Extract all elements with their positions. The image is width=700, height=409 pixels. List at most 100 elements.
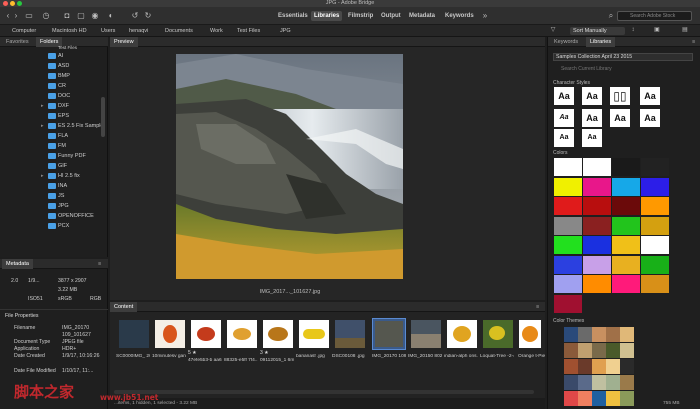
tab-keywords[interactable]: Keywords <box>550 37 582 47</box>
color-swatch[interactable] <box>554 216 582 235</box>
color-theme-cell[interactable] <box>606 375 620 390</box>
color-swatch[interactable] <box>612 177 640 196</box>
folder-item[interactable]: Funny PDF <box>0 151 108 161</box>
breadcrumb-computer[interactable]: Computer <box>12 27 36 35</box>
folder-item[interactable]: BMP <box>0 71 108 81</box>
character-style-tile[interactable]: Aa <box>582 87 602 105</box>
folder-item[interactable]: AI <box>0 51 108 61</box>
workspace-output[interactable]: Output <box>378 11 404 21</box>
back-icon[interactable]: ‹ <box>4 11 12 21</box>
color-theme-cell[interactable] <box>578 375 592 390</box>
color-swatch[interactable] <box>554 275 582 293</box>
color-swatch[interactable] <box>554 236 582 254</box>
folder-item[interactable]: INA <box>0 181 108 191</box>
color-theme-cell[interactable] <box>564 343 578 358</box>
panel-menu-icon[interactable]: ≡ <box>532 302 543 312</box>
character-style-tile[interactable]: Aa <box>554 87 574 105</box>
workspace-filmstrip[interactable]: Filmstrip <box>345 11 376 21</box>
color-swatch[interactable] <box>612 158 640 176</box>
color-swatch[interactable] <box>612 216 640 235</box>
color-swatch[interactable] <box>583 255 611 274</box>
color-theme-cell[interactable] <box>578 391 592 406</box>
color-swatch[interactable] <box>641 177 669 196</box>
color-theme-cell[interactable] <box>578 327 592 342</box>
folder-item[interactable]: OPENOFFICE <box>0 211 108 221</box>
breadcrumb-users[interactable]: Users <box>101 27 115 35</box>
color-theme-cell[interactable] <box>620 343 634 358</box>
refine-icon[interactable]: ▢ <box>76 11 86 21</box>
thumbnail[interactable] <box>519 320 541 348</box>
folder-item[interactable]: GIF <box>0 161 108 171</box>
thumbnail[interactable] <box>191 320 221 348</box>
folder-item[interactable]: ASD <box>0 61 108 71</box>
color-swatch[interactable] <box>583 197 611 215</box>
character-style-tile[interactable]: Aa <box>582 129 602 147</box>
color-swatch[interactable] <box>554 197 582 215</box>
color-swatch[interactable] <box>554 177 582 196</box>
colors-heading[interactable]: Colors <box>553 150 567 156</box>
folder-item[interactable]: DOC <box>0 91 108 101</box>
color-theme-cell[interactable] <box>620 359 634 374</box>
character-style-tile[interactable]: Aa <box>554 109 574 127</box>
color-theme-cell[interactable] <box>620 327 634 342</box>
color-theme-cell[interactable] <box>620 375 634 390</box>
content-scrollbar[interactable] <box>114 390 534 394</box>
expand-arrow-icon[interactable]: ▸ <box>41 171 44 181</box>
breadcrumb-jpg[interactable]: JPG <box>280 27 291 35</box>
thumbnail[interactable] <box>299 320 329 348</box>
breadcrumb-documents[interactable]: Documents <box>165 27 193 35</box>
folder-item[interactable]: PCX <box>0 221 108 231</box>
workspace-libraries[interactable]: Libraries <box>311 11 343 21</box>
tab-preview[interactable]: Preview <box>110 37 138 47</box>
color-theme-cell[interactable] <box>592 327 606 342</box>
forward-icon[interactable]: › <box>12 11 20 21</box>
panel-menu-icon[interactable]: ≡ <box>688 37 699 47</box>
color-swatch[interactable] <box>612 197 640 215</box>
folder-item[interactable]: FM <box>0 141 108 151</box>
color-theme-cell[interactable] <box>606 327 620 342</box>
character-style-tile[interactable]: Aa <box>640 87 660 105</box>
preview-image[interactable] <box>176 54 403 279</box>
color-theme-cell[interactable] <box>606 343 620 358</box>
color-swatch[interactable] <box>583 275 611 293</box>
color-swatch[interactable] <box>641 275 669 293</box>
output-icon[interactable]: ◐ <box>106 11 116 21</box>
new-folder-icon[interactable]: ▣ <box>652 25 662 35</box>
filter-icon[interactable]: ▽ <box>548 25 558 35</box>
breadcrumb-test-files[interactable]: Test Files <box>237 27 260 35</box>
tab-libraries[interactable]: Libraries <box>586 37 616 47</box>
color-theme-cell[interactable] <box>592 343 606 358</box>
color-swatch[interactable] <box>554 294 582 313</box>
color-theme-cell[interactable] <box>606 359 620 374</box>
color-swatch[interactable] <box>583 236 611 254</box>
color-swatch[interactable] <box>583 216 611 235</box>
color-swatch[interactable] <box>641 197 669 215</box>
color-theme-cell[interactable] <box>592 375 606 390</box>
sort-direction-icon[interactable]: ↕ <box>628 25 638 35</box>
folder-item[interactable]: JS <box>0 191 108 201</box>
color-swatch[interactable] <box>612 236 640 254</box>
color-swatch[interactable] <box>641 236 669 254</box>
color-swatch[interactable] <box>583 177 611 196</box>
tab-favorites[interactable]: Favorites <box>2 37 33 47</box>
thumbnail-selected[interactable] <box>372 318 406 350</box>
color-swatch[interactable] <box>554 255 582 274</box>
rotate-left-icon[interactable]: ↺ <box>130 11 140 21</box>
color-theme-cell[interactable] <box>564 359 578 374</box>
rating-stars[interactable]: 3 ★ <box>260 350 269 356</box>
panel-menu-icon[interactable]: ≡ <box>94 259 105 269</box>
rating-stars[interactable]: 5 ★ <box>188 350 197 356</box>
expand-arrow-icon[interactable]: ▸ <box>41 121 44 131</box>
folder-item[interactable]: EPS <box>0 111 108 121</box>
color-theme-cell[interactable] <box>620 391 634 406</box>
color-theme-cell[interactable] <box>564 327 578 342</box>
thumbnail[interactable] <box>263 320 293 348</box>
thumbnail[interactable] <box>483 320 513 348</box>
delete-icon[interactable]: ▤ <box>680 25 690 35</box>
color-theme-cell[interactable] <box>606 391 620 406</box>
file-properties-heading[interactable]: File Properties <box>5 313 38 320</box>
color-theme-cell[interactable] <box>578 359 592 374</box>
thumbnail[interactable] <box>411 320 441 348</box>
library-search-input[interactable]: Search Current Library <box>553 65 693 73</box>
color-theme-cell[interactable] <box>564 375 578 390</box>
